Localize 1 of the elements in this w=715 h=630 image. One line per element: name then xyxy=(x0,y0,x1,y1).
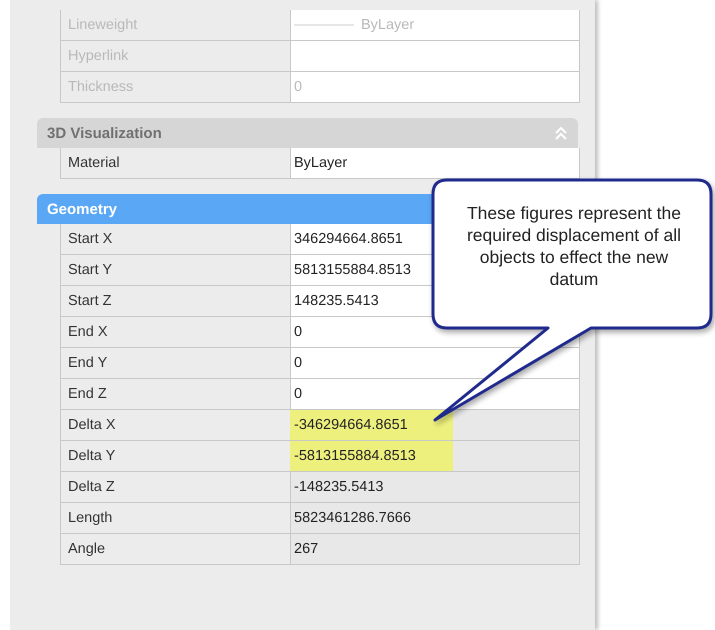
callout-text: These figures represent the required displacement of all objects to effect the new datum xyxy=(466,202,682,290)
